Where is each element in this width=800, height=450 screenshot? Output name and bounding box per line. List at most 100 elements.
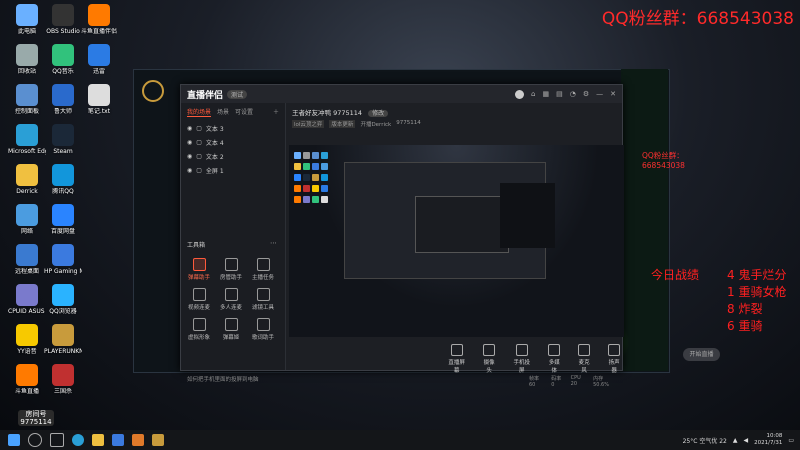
file-explorer-icon[interactable] [92, 434, 104, 446]
minimize-icon[interactable]: — [596, 90, 603, 98]
bell-icon[interactable]: ◔ [570, 90, 576, 98]
desktop-icon[interactable]: HP Gaming Mouse [44, 244, 82, 275]
settings-icon[interactable]: ⚙ [583, 90, 589, 98]
notification-icon[interactable]: ▭ [788, 437, 794, 444]
eye-icon[interactable]: ◉ [187, 153, 192, 160]
more-icon[interactable]: ⋯ [270, 239, 277, 247]
tab-settings[interactable]: 可设置 [235, 107, 253, 117]
tool-multi-link[interactable]: 多人连麦 [217, 288, 245, 311]
tab-scene[interactable]: 场景 [217, 107, 229, 117]
desktop-icon[interactable]: OBS Studio [44, 4, 82, 35]
desktop-icon[interactable]: Derrick [8, 164, 46, 195]
tool-filter[interactable]: 滤镜工具 [249, 288, 277, 311]
desktop-icon[interactable]: 回收站 [8, 44, 46, 75]
lol-taskbar-icon[interactable] [152, 434, 164, 446]
source-item[interactable]: ◉ ▢ 文本 3 [181, 121, 285, 135]
stream-preview[interactable] [289, 145, 624, 337]
search-icon[interactable] [28, 433, 42, 447]
desktop-icon[interactable]: 斗鱼直播 [8, 364, 46, 395]
app-icon [16, 324, 38, 346]
main-area: 王者好友冲鸭 9775114 修改 lol云顶之弈 版本更新 开播Derrick… [286, 103, 720, 388]
eye-icon[interactable]: ◉ [187, 167, 192, 174]
desktop-icon-label: 三国杀 [53, 388, 72, 395]
desktop-icon[interactable]: 此电脑 [8, 4, 46, 35]
desktop-icon[interactable]: Microsoft Edge [8, 124, 46, 155]
help-hint[interactable]: 如何把手机里面的投屏到电脑 [187, 375, 259, 383]
clock-date: 2021/7/31 [754, 440, 783, 446]
desktop-icon[interactable]: 笔记.txt [80, 84, 118, 115]
tool-lyrics[interactable]: 歌词助手 [249, 318, 277, 341]
desktop-icon[interactable]: 远程桌面 [8, 244, 46, 275]
desktop-icon[interactable]: CPUID ASUS CPU-Z [8, 284, 46, 315]
media-button[interactable]: 多媒体 [546, 344, 562, 374]
tool-danmaku-ji[interactable]: 弹幕姬 [217, 318, 245, 341]
close-icon[interactable]: ✕ [610, 90, 616, 98]
source-item[interactable]: ◉ ▢ 全屏 1 [181, 163, 285, 177]
danmaku-icon [192, 258, 206, 271]
microphone-button[interactable]: 麦克风 [576, 344, 592, 374]
desktop-icon[interactable]: 迅雷 [80, 44, 118, 75]
nested-preview-video [500, 183, 555, 248]
app-icon [16, 244, 38, 266]
stats-line: 1 重骑女枪 [727, 285, 787, 299]
lock-icon[interactable]: ▢ [196, 139, 202, 146]
lock-icon[interactable]: ▢ [196, 167, 202, 174]
desktop-icon[interactable]: 百度网盘 [44, 204, 82, 235]
volume-icon[interactable]: ◀ [744, 437, 749, 444]
desktop-icon-label: OBS Studio [46, 28, 80, 35]
edit-room-button[interactable]: 修改 [368, 110, 389, 117]
desktop-icon[interactable]: 鲁大师 [44, 84, 82, 115]
update-tag[interactable]: 版本更新 [329, 120, 356, 128]
desktop-icon[interactable]: QQ浏览器 [44, 284, 82, 315]
desktop-icon-label: 腾讯QQ [52, 188, 74, 195]
companion-app-icon[interactable] [132, 434, 144, 446]
desktop-icon[interactable]: 三国杀 [44, 364, 82, 395]
tool-danmaku[interactable]: 弹幕助手 [185, 258, 213, 281]
desktop-icon[interactable]: YY语音 [8, 324, 46, 355]
app-icon [52, 244, 74, 266]
phone-cast-button[interactable]: 手机投屏 [511, 344, 532, 374]
desktop-icon[interactable]: Steam [44, 124, 82, 155]
app-icon [16, 124, 38, 146]
desktop-icon[interactable]: 网络 [8, 204, 46, 235]
eye-icon[interactable]: ◉ [187, 125, 192, 132]
eye-icon[interactable]: ◉ [187, 139, 192, 146]
screen-capture-button[interactable]: 直播屏幕 [446, 344, 467, 374]
chart-icon[interactable]: ▦ [542, 90, 549, 98]
tools-icon[interactable]: ▤ [556, 90, 563, 98]
live-companion-window[interactable]: 直播伴侣 测试 ⌂ ▦ ▤ ◔ ⚙ — ✕ 我的场景 场景 可设置 ＋ ◉ ▢ 文本… [180, 84, 720, 388]
desktop-icon[interactable]: 控制面板 [8, 84, 46, 115]
camera-button[interactable]: 摄像头 [481, 344, 497, 374]
app-icon [16, 44, 38, 66]
edge-icon[interactable] [72, 434, 84, 446]
source-item[interactable]: ◉ ▢ 文本 4 [181, 135, 285, 149]
category-tag[interactable]: lol云顶之弈 [292, 120, 325, 128]
lock-icon[interactable]: ▢ [196, 153, 202, 160]
weather-text[interactable]: 25°C 空气优 22 [683, 436, 727, 445]
speaker-button[interactable]: 扬声器 [606, 344, 622, 374]
tool-room-manager[interactable]: 房管助手 [217, 258, 245, 281]
desktop-icon[interactable]: QQ音乐 [44, 44, 82, 75]
start-live-button[interactable]: 开始直播 [683, 348, 720, 361]
clock[interactable]: 10:08 2021/7/31 [754, 433, 782, 447]
source-item[interactable]: ◉ ▢ 文本 2 [181, 149, 285, 163]
tool-tasks[interactable]: 主播任务 [249, 258, 277, 281]
lock-icon[interactable]: ▢ [196, 125, 202, 132]
tab-my-scene[interactable]: 我的场景 [187, 107, 212, 117]
room-id: 9775114 [396, 120, 421, 126]
network-icon[interactable]: ▲ [733, 437, 738, 444]
desktop-icon[interactable]: 斗鱼直播伴侣 [80, 4, 118, 35]
desktop-icon[interactable]: PLAYERUNKNOWN'S BATTLEGROUNDS [44, 324, 82, 355]
windows-start-icon[interactable] [8, 434, 20, 446]
tool-avatar[interactable]: 虚拟形象 [185, 318, 213, 341]
gift-icon[interactable]: ⌂ [531, 90, 535, 98]
calendar-icon [224, 318, 238, 331]
avatar[interactable] [515, 89, 525, 99]
add-scene-icon[interactable]: ＋ [273, 107, 279, 117]
task-view-icon[interactable] [50, 433, 64, 447]
desktop-icon[interactable]: 腾讯QQ [44, 164, 82, 195]
taskbar: 25°C 空气优 22 ▲ ◀ 10:08 2021/7/31 ▭ [0, 430, 800, 450]
store-icon[interactable] [112, 434, 124, 446]
nested-preview-window [344, 162, 555, 279]
tool-video-link[interactable]: 视频连麦 [185, 288, 213, 311]
